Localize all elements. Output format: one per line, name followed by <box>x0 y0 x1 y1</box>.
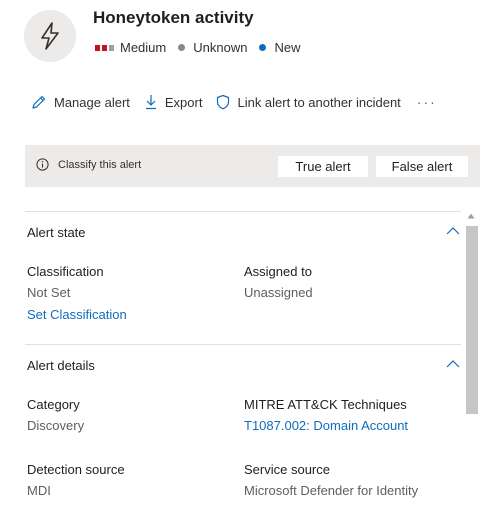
lightning-bolt-icon <box>41 22 59 50</box>
alert-details-title: Alert details <box>27 358 95 373</box>
detection-source-label: Detection source <box>27 462 125 477</box>
scroll-up-arrow-icon[interactable] <box>467 213 475 219</box>
severity-bars-icon <box>95 44 114 51</box>
link-alert-label: Link alert to another incident <box>237 94 401 110</box>
determination-label: Unknown <box>193 40 248 55</box>
export-label: Export <box>164 94 203 110</box>
category-label: Category <box>27 397 80 412</box>
false-alert-button[interactable]: False alert <box>376 156 468 177</box>
service-source-label: Service source <box>244 462 330 477</box>
shield-icon <box>217 94 230 110</box>
divider <box>25 211 461 212</box>
manage-alert-label: Manage alert <box>54 94 130 110</box>
mitre-label: MITRE ATT&CK Techniques <box>244 397 407 412</box>
chevron-up-icon[interactable] <box>446 359 460 368</box>
pencil-icon <box>32 95 46 109</box>
alert-panel: Honeytoken activity Medium Unknown New M… <box>0 0 486 517</box>
divider <box>25 344 461 345</box>
classify-bar: Classify this alert True alert False ale… <box>25 145 480 187</box>
severity-label: Medium <box>120 40 167 55</box>
page-title: Honeytoken activity <box>93 8 254 27</box>
category-value: Discovery <box>27 418 85 433</box>
classify-text: Classify this alert <box>58 158 142 171</box>
scrollbar-thumb[interactable] <box>466 226 478 414</box>
service-source-value: Microsoft Defender for Identity <box>244 483 419 498</box>
download-icon <box>145 95 156 110</box>
manage-alert-button[interactable]: Manage alert <box>31 94 130 110</box>
link-alert-button[interactable]: Link alert to another incident <box>216 94 401 110</box>
classify-info: Classify this alert <box>36 158 141 171</box>
status-label: New <box>274 40 301 55</box>
set-classification-link[interactable]: Set Classification <box>27 307 127 322</box>
alert-avatar <box>24 10 76 62</box>
mitre-technique-link[interactable]: T1087.002: Domain Account <box>244 418 408 433</box>
info-icon <box>36 158 49 171</box>
classification-label: Classification <box>27 264 104 279</box>
export-button[interactable]: Export <box>144 94 203 110</box>
assigned-to-value: Unassigned <box>244 285 313 300</box>
detection-source-value: MDI <box>27 483 51 498</box>
true-alert-button[interactable]: True alert <box>278 156 368 177</box>
chevron-up-icon[interactable] <box>446 226 460 235</box>
alert-meta: Medium Unknown New <box>95 40 300 55</box>
alert-state-title: Alert state <box>27 225 86 240</box>
determination-dot-icon <box>178 44 186 51</box>
command-bar: Manage alert Export Link alert to anothe… <box>31 94 437 110</box>
status-dot-icon <box>259 44 267 51</box>
assigned-to-label: Assigned to <box>244 264 312 279</box>
classification-value: Not Set <box>27 285 71 300</box>
more-options-icon[interactable]: ··· <box>417 94 437 110</box>
